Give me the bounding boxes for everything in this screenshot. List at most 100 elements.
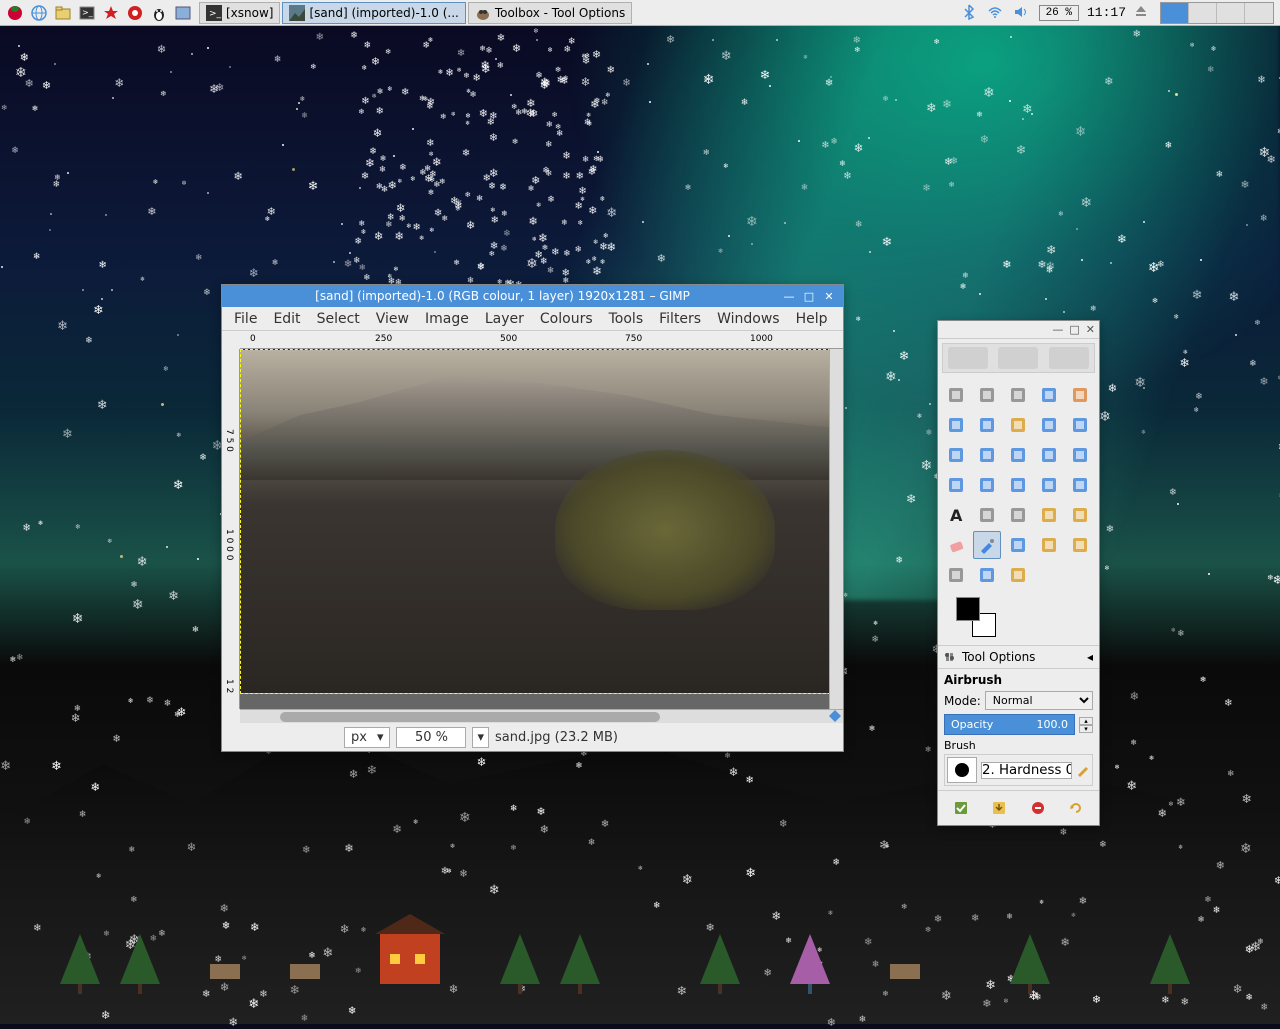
- move-tool[interactable]: [973, 441, 1001, 469]
- toolbox-maximize-button[interactable]: □: [1069, 323, 1079, 336]
- workspace-3[interactable]: [1217, 3, 1245, 23]
- web-browser-icon[interactable]: [28, 2, 50, 24]
- scale-tool[interactable]: [942, 471, 970, 499]
- file-manager-icon[interactable]: [52, 2, 74, 24]
- rectangle-select-tool[interactable]: [942, 381, 970, 409]
- workspace-pager[interactable]: [1160, 2, 1274, 24]
- navigation-icon[interactable]: [828, 709, 842, 723]
- horizontal-ruler[interactable]: 02505007501000: [240, 331, 843, 349]
- menu-windows[interactable]: Windows: [709, 309, 788, 329]
- detach-icon[interactable]: ◂: [1087, 650, 1093, 664]
- dodge-tool[interactable]: [1004, 561, 1032, 589]
- text-tool[interactable]: A: [942, 501, 970, 529]
- app-icon-red[interactable]: [100, 2, 122, 24]
- menu-tools[interactable]: Tools: [601, 309, 652, 329]
- blend-tool[interactable]: [1004, 501, 1032, 529]
- toolbox-drop-area[interactable]: [942, 343, 1095, 373]
- clock[interactable]: 11:17: [1087, 5, 1126, 20]
- battery-indicator[interactable]: 26 %: [1039, 5, 1079, 21]
- restore-options-icon[interactable]: [988, 797, 1010, 819]
- menu-file[interactable]: File: [226, 309, 265, 329]
- align-tool[interactable]: [1004, 441, 1032, 469]
- menu-view[interactable]: View: [368, 309, 417, 329]
- wifi-icon[interactable]: [987, 4, 1005, 22]
- app-icon-red2[interactable]: [124, 2, 146, 24]
- airbrush-tool[interactable]: [973, 531, 1001, 559]
- paintbrush-tool[interactable]: [1066, 501, 1094, 529]
- gimp-statusbar: px▾ 50 % ▾ sand.jpg (23.2 MB): [222, 723, 843, 751]
- toolbox-titlebar[interactable]: — □ ✕: [938, 321, 1099, 339]
- color-picker-tool[interactable]: [1035, 411, 1063, 439]
- heal-tool[interactable]: [1066, 531, 1094, 559]
- zoom-tool[interactable]: [1066, 411, 1094, 439]
- brush-name-field[interactable]: [981, 762, 1072, 779]
- close-button[interactable]: ✕: [821, 288, 837, 304]
- menu-edit[interactable]: Edit: [265, 309, 308, 329]
- flip-tool[interactable]: [1035, 471, 1063, 499]
- opacity-spinner[interactable]: ▴▾: [1079, 717, 1093, 733]
- cage-tool[interactable]: [1066, 471, 1094, 499]
- menu-filters[interactable]: Filters: [651, 309, 709, 329]
- smudge-tool[interactable]: [942, 561, 970, 589]
- scissors-tool[interactable]: [942, 411, 970, 439]
- foreground-color-swatch[interactable]: [956, 597, 980, 621]
- select-by-color-tool[interactable]: [1066, 381, 1094, 409]
- menu-launcher-icon[interactable]: [4, 2, 26, 24]
- menu-image[interactable]: Image: [417, 309, 477, 329]
- toolbox-close-button[interactable]: ✕: [1086, 323, 1095, 336]
- image-canvas[interactable]: [240, 349, 829, 709]
- taskbar-button[interactable]: >_[xsnow]: [199, 2, 280, 24]
- brush-preview[interactable]: [947, 757, 977, 783]
- sand-image[interactable]: [240, 349, 829, 694]
- unit-selector[interactable]: px▾: [344, 727, 390, 748]
- blur-tool[interactable]: [973, 561, 1001, 589]
- taskbar-button[interactable]: Toolbox - Tool Options: [468, 2, 632, 24]
- save-options-icon[interactable]: [950, 797, 972, 819]
- zoom-dropdown[interactable]: ▾: [472, 727, 489, 748]
- bluetooth-icon[interactable]: [961, 4, 979, 22]
- crop-tool[interactable]: [1035, 441, 1063, 469]
- terminal-icon[interactable]: >_: [76, 2, 98, 24]
- opacity-slider[interactable]: Opacity 100.0: [944, 714, 1075, 735]
- minimize-button[interactable]: —: [781, 288, 797, 304]
- clone-tool[interactable]: [1035, 531, 1063, 559]
- foreground-select-tool[interactable]: [973, 411, 1001, 439]
- maximize-button[interactable]: □: [801, 288, 817, 304]
- brush-edit-icon[interactable]: [1076, 763, 1090, 777]
- perspective-tool[interactable]: [1004, 471, 1032, 499]
- ink-tool[interactable]: [1004, 531, 1032, 559]
- fuzzy-select-tool[interactable]: [1035, 381, 1063, 409]
- color-swatches[interactable]: [956, 597, 996, 637]
- volume-icon[interactable]: [1013, 4, 1031, 22]
- workspace-1[interactable]: [1161, 3, 1189, 23]
- bucket-fill-tool[interactable]: [973, 501, 1001, 529]
- eject-icon[interactable]: [1134, 4, 1152, 22]
- mode-selector[interactable]: Normal: [985, 691, 1093, 710]
- horizontal-scrollbar[interactable]: [240, 709, 843, 723]
- rotate-tool[interactable]: [1066, 441, 1094, 469]
- delete-options-icon[interactable]: [1027, 797, 1049, 819]
- menu-help[interactable]: Help: [788, 309, 836, 329]
- tool-options-header[interactable]: Tool Options ◂: [938, 645, 1099, 669]
- shear-tool[interactable]: [973, 471, 1001, 499]
- vertical-scrollbar[interactable]: [829, 349, 843, 709]
- reset-options-icon[interactable]: [1065, 797, 1087, 819]
- show-desktop-icon[interactable]: [172, 2, 194, 24]
- menu-colours[interactable]: Colours: [532, 309, 601, 329]
- app-icon-tux[interactable]: [148, 2, 170, 24]
- vertical-ruler[interactable]: 7 5 0 1 0 0 0 1 2: [222, 349, 240, 709]
- paths-tool[interactable]: [1004, 411, 1032, 439]
- eraser-tool[interactable]: [942, 531, 970, 559]
- menu-select[interactable]: Select: [309, 309, 368, 329]
- toolbox-minimize-button[interactable]: —: [1052, 323, 1063, 336]
- pencil-tool[interactable]: [1035, 501, 1063, 529]
- zoom-selector[interactable]: 50 %: [396, 727, 466, 748]
- taskbar-button[interactable]: [sand] (imported)-1.0 (...: [282, 2, 465, 24]
- menu-layer[interactable]: Layer: [477, 309, 532, 329]
- ellipse-select-tool[interactable]: [973, 381, 1001, 409]
- workspace-2[interactable]: [1189, 3, 1217, 23]
- free-select-tool[interactable]: [1004, 381, 1032, 409]
- measure-tool[interactable]: [942, 441, 970, 469]
- gimp-titlebar[interactable]: [sand] (imported)-1.0 (RGB colour, 1 lay…: [222, 285, 843, 307]
- workspace-4[interactable]: [1245, 3, 1273, 23]
